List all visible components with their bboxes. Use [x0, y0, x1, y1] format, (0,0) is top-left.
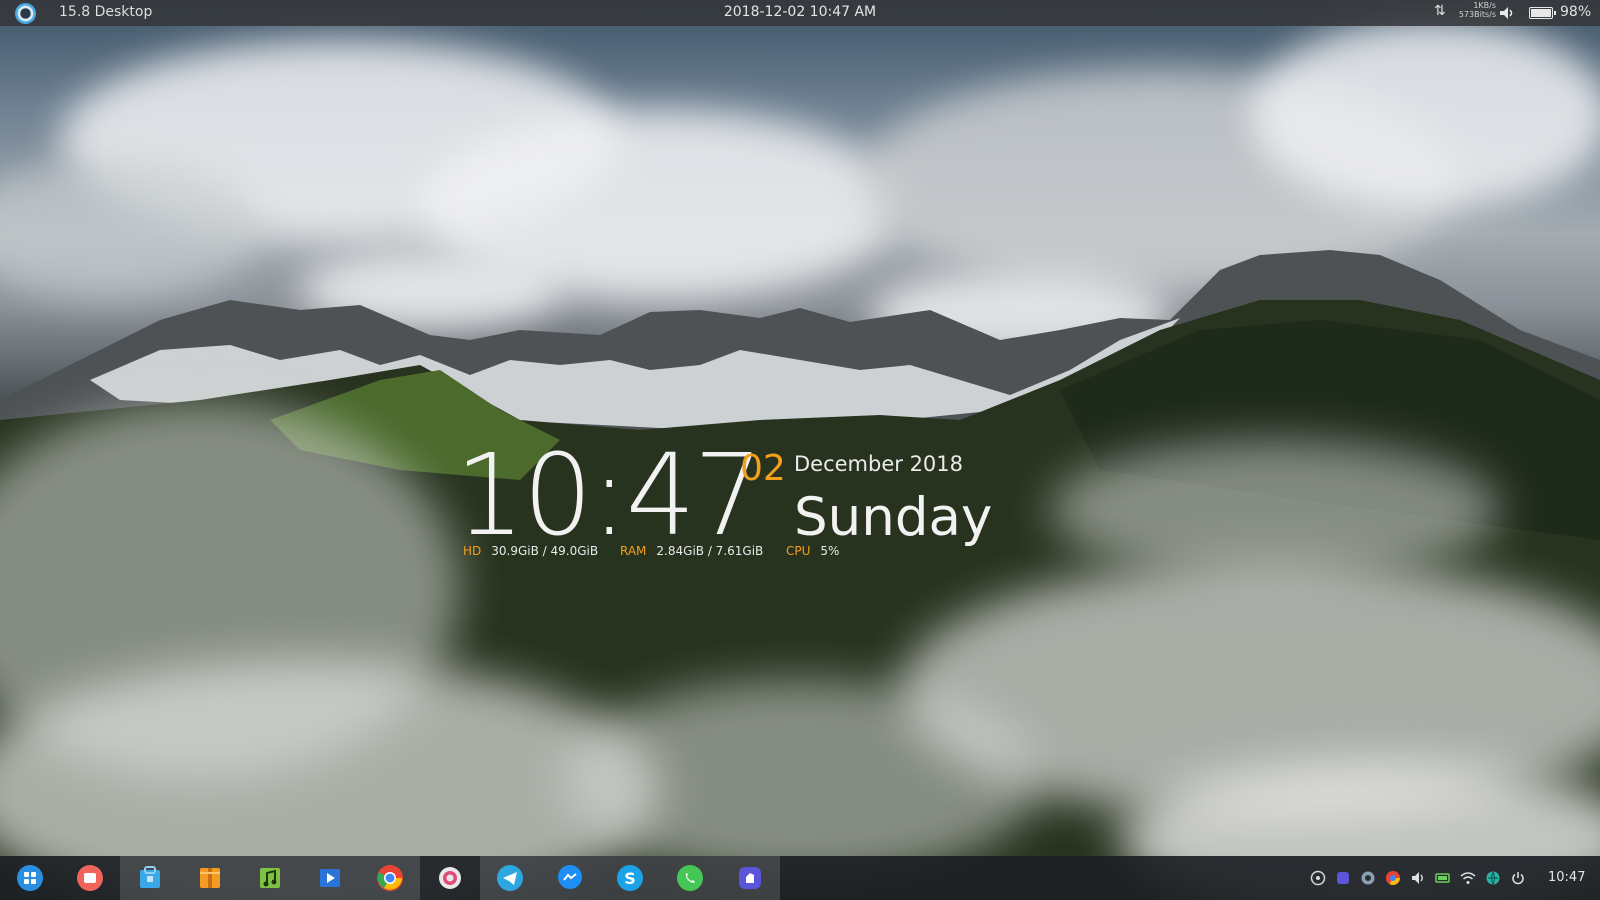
whatsapp-tray-icon[interactable] — [1310, 870, 1326, 886]
battery-tray-icon[interactable] — [1435, 870, 1451, 886]
screen-recorder-icon — [77, 865, 103, 891]
skype-icon: S — [617, 865, 643, 891]
battery-icon[interactable] — [1529, 7, 1556, 19]
launcher-icon — [17, 865, 43, 891]
dock-whatsapp[interactable] — [660, 856, 720, 900]
stat-ram-value: 2.84GiB / 7.61GiB — [656, 544, 764, 558]
stat-hd-label: HD — [463, 544, 482, 558]
desklet-day-number: 02 — [740, 448, 786, 489]
file-archiver-icon — [200, 868, 220, 888]
dock-telegram[interactable] — [480, 856, 540, 900]
top-panel: 15.8 Desktop 2018-12-02 10:47 AM ⇅ 1KB/s… — [0, 0, 1600, 26]
dock-screen-recorder[interactable] — [60, 856, 120, 900]
net-download: 573Bits/s — [1458, 10, 1496, 19]
desklet-weekday: Sunday — [794, 487, 993, 548]
desktop-title: 15.8 Desktop — [59, 4, 153, 20]
dock-video-player[interactable] — [300, 856, 360, 900]
top-datetime[interactable]: 2018-12-02 10:47 AM — [724, 4, 876, 20]
stat-hd-value: 30.9GiB / 49.0GiB — [491, 544, 599, 558]
network-speed[interactable]: 1KB/s 573Bits/s — [1438, 1, 1496, 19]
whatsapp-icon — [677, 865, 703, 891]
stat-cpu-value: 5% — [820, 544, 840, 558]
sync-tray-icon[interactable] — [1360, 870, 1376, 886]
dock-app-store[interactable] — [120, 856, 180, 900]
chrome-icon — [377, 865, 403, 891]
deepin-logo-icon[interactable] — [15, 3, 36, 24]
stat-ram-label: RAM — [620, 544, 647, 558]
globe-tray-icon[interactable] — [1485, 870, 1501, 886]
power-tray-icon[interactable] — [1510, 870, 1526, 886]
stat-cpu: CPU 5% — [786, 544, 839, 558]
app-icon — [739, 867, 761, 889]
dock-music-player[interactable] — [240, 856, 300, 900]
video-player-icon — [320, 869, 340, 887]
taskbar-clock[interactable]: 10:47 — [1548, 870, 1585, 885]
messenger-icon — [558, 865, 582, 889]
desktop-wallpaper — [0, 0, 1600, 900]
app-tray-icon[interactable] — [1335, 870, 1351, 886]
battery-percent: 98% — [1560, 4, 1592, 20]
desklet-time: 10:47 — [455, 431, 763, 561]
dock-settings[interactable] — [420, 856, 480, 900]
svg-text:S: S — [624, 869, 636, 888]
dock-messenger[interactable] — [540, 856, 600, 900]
app-store-icon — [140, 866, 160, 888]
music-player-icon — [260, 868, 280, 888]
volume-icon[interactable] — [1498, 4, 1516, 22]
stat-ram: RAM 2.84GiB / 7.61GiB — [620, 544, 763, 558]
wifi-tray-icon[interactable] — [1460, 870, 1476, 886]
taskbar: S 10:47 — [0, 856, 1600, 900]
chrome-tray-icon[interactable] — [1385, 870, 1401, 886]
net-upload: 1KB/s — [1473, 1, 1496, 10]
settings-icon — [439, 867, 461, 889]
stat-hd: HD 30.9GiB / 49.0GiB — [463, 544, 598, 558]
telegram-icon — [497, 865, 523, 891]
stat-cpu-label: CPU — [786, 544, 811, 558]
dock-launcher[interactable] — [0, 856, 60, 900]
dock-chrome[interactable] — [360, 856, 420, 900]
dock-app[interactable] — [720, 856, 780, 900]
dock-file-archiver[interactable] — [180, 856, 240, 900]
desklet-month-year: December 2018 — [794, 452, 964, 476]
volume-tray-icon[interactable] — [1410, 870, 1426, 886]
dock-skype[interactable]: S — [600, 856, 660, 900]
